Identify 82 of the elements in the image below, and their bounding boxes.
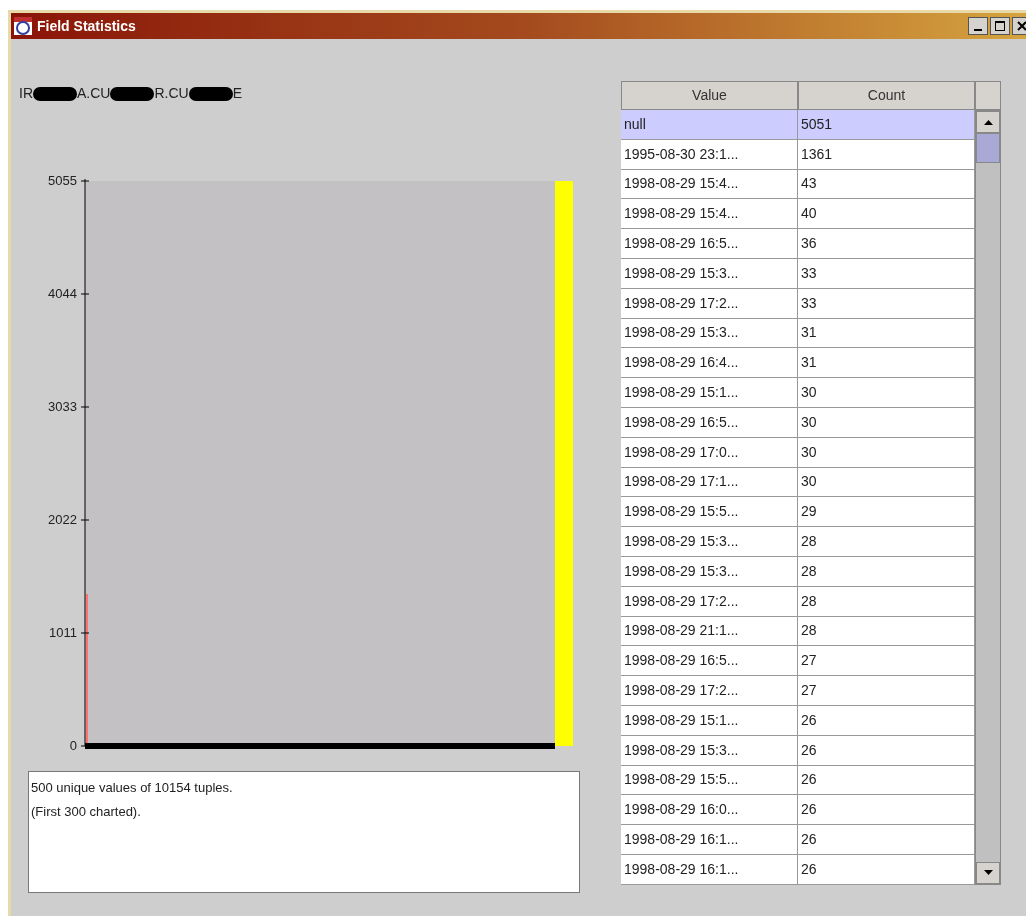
table-cell[interactable]: 1998-08-29 16:5... <box>621 407 798 438</box>
minimize-icon <box>974 29 982 31</box>
table-cell[interactable]: 28 <box>798 556 975 587</box>
table-cell[interactable]: 1998-08-29 17:0... <box>621 437 798 468</box>
table-cell[interactable]: 36 <box>798 229 975 259</box>
redaction-mark <box>188 86 233 101</box>
table-cell[interactable]: 1998-08-29 15:5... <box>621 765 798 796</box>
scroll-thumb[interactable] <box>976 133 1000 163</box>
table-cell[interactable]: 1998-08-29 16:1... <box>621 825 798 855</box>
scrollbar[interactable] <box>975 110 1001 885</box>
table-cell[interactable]: 28 <box>798 586 975 617</box>
close-icon <box>1017 21 1026 31</box>
axis-label: 0 <box>69 739 77 752</box>
table-cell[interactable]: 43 <box>798 169 975 200</box>
maximize-icon <box>995 21 1005 31</box>
window-title: Field Statistics <box>37 16 136 36</box>
table-cell[interactable]: 1998-08-29 16:1... <box>621 854 798 885</box>
column-header[interactable]: Count <box>798 81 975 110</box>
table-cell[interactable]: 1995-08-30 23:1... <box>621 139 798 170</box>
table-cell[interactable]: 1998-08-29 17:2... <box>621 288 798 319</box>
table-cell[interactable]: 33 <box>798 259 975 289</box>
table-cell[interactable]: null <box>621 110 798 140</box>
maximize-button[interactable] <box>990 17 1010 35</box>
table-cell[interactable]: 31 <box>798 348 975 379</box>
table-cell[interactable]: 26 <box>798 735 975 766</box>
table-cell[interactable]: 30 <box>798 378 975 408</box>
field-path-text: R.CU <box>154 84 189 103</box>
axis-label: 2022 <box>48 513 77 526</box>
table-cell[interactable]: 1998-08-29 15:1... <box>621 378 798 408</box>
table-cell[interactable]: 1998-08-29 15:4... <box>621 199 798 230</box>
field-path-text: E <box>232 84 243 103</box>
table-cell[interactable]: 1998-08-29 17:2... <box>621 586 798 617</box>
axis-label: 1011 <box>49 626 77 639</box>
table-cell[interactable]: 31 <box>798 318 975 349</box>
redaction-mark <box>110 86 155 101</box>
axis-label: 4044 <box>48 287 77 300</box>
table-cell[interactable]: 1361 <box>798 139 975 170</box>
table-cell[interactable]: 1998-08-29 16:0... <box>621 795 798 826</box>
table-cell[interactable]: 5051 <box>798 110 975 140</box>
table-cell[interactable]: 1998-08-29 15:3... <box>621 556 798 587</box>
table-cell[interactable]: 1998-08-29 16:5... <box>621 646 798 677</box>
table-cell[interactable]: 1998-08-29 15:5... <box>621 497 798 528</box>
summary-text: (First 300 charted). <box>31 803 142 821</box>
table-cell[interactable]: 26 <box>798 825 975 855</box>
table-cell[interactable]: 33 <box>798 288 975 319</box>
close-button[interactable] <box>1012 17 1026 35</box>
table-cell[interactable]: 1998-08-29 15:3... <box>621 735 798 766</box>
scroll-down-icon <box>983 870 993 876</box>
table-cell[interactable]: 28 <box>798 616 975 647</box>
table-cell[interactable]: 1998-08-29 15:3... <box>621 318 798 349</box>
axis-label: 5055 <box>48 174 77 187</box>
column-header[interactable]: Value <box>621 81 798 110</box>
table-cell[interactable]: 1998-08-29 15:3... <box>621 259 798 289</box>
field-path-text: IR <box>19 84 33 103</box>
table-cell[interactable]: 30 <box>798 407 975 438</box>
table-cell[interactable]: 1998-08-29 15:3... <box>621 527 798 557</box>
table-cell[interactable]: 1998-08-29 16:4... <box>621 348 798 379</box>
table-cell[interactable]: 30 <box>798 437 975 468</box>
table-cell[interactable]: 26 <box>798 795 975 826</box>
app-icon <box>13 16 33 36</box>
minimize-button[interactable] <box>968 17 988 35</box>
summary-text: 500 unique values of 10154 tuples. <box>31 779 234 797</box>
scroll-up-icon <box>983 119 993 125</box>
table-cell[interactable]: 30 <box>798 467 975 498</box>
header-corner <box>975 81 1001 110</box>
table-cell[interactable]: 1998-08-29 21:1... <box>621 616 798 647</box>
table-cell[interactable]: 26 <box>798 765 975 796</box>
table-cell[interactable]: 1998-08-29 17:2... <box>621 676 798 706</box>
table-cell[interactable]: 1998-08-29 15:1... <box>621 705 798 736</box>
field-path-text: A.CU <box>77 84 111 103</box>
table-cell[interactable]: 26 <box>798 705 975 736</box>
table-cell[interactable]: 40 <box>798 199 975 230</box>
table-cell[interactable]: 29 <box>798 497 975 528</box>
table-cell[interactable]: 1998-08-29 15:4... <box>621 169 798 200</box>
table-cell[interactable]: 26 <box>798 854 975 885</box>
axis-label: 3033 <box>48 400 77 413</box>
table-cell[interactable]: 27 <box>798 676 975 706</box>
table-cell[interactable]: 1998-08-29 16:5... <box>621 229 798 259</box>
table-cell[interactable]: 28 <box>798 527 975 557</box>
table-cell[interactable]: 27 <box>798 646 975 677</box>
redaction-mark <box>33 86 77 101</box>
table-cell[interactable]: 1998-08-29 17:1... <box>621 467 798 498</box>
